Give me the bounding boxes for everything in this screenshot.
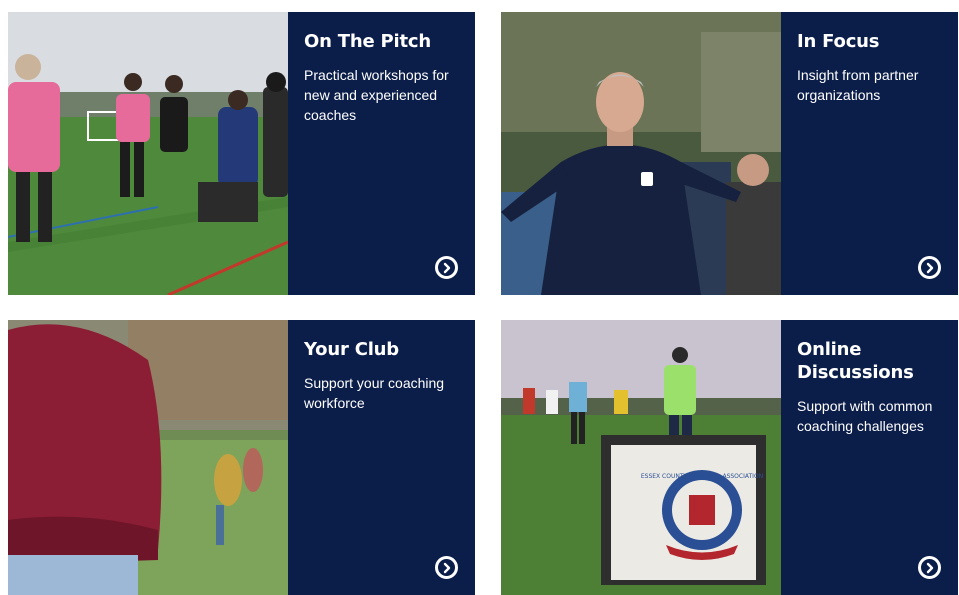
- chevron-right-circle-icon[interactable]: [918, 556, 941, 579]
- card-panel: Online Discussions Support with common c…: [781, 320, 958, 595]
- coaches-on-pitch-photo[interactable]: [8, 12, 288, 295]
- card-on-the-pitch[interactable]: On The Pitch Practical workshops for new…: [8, 12, 475, 295]
- chevron-right-circle-icon[interactable]: [435, 256, 458, 279]
- coach-speaking-photo[interactable]: [501, 12, 781, 295]
- card-title: In Focus: [797, 31, 880, 52]
- card-title: On The Pitch: [304, 31, 432, 52]
- chevron-right-circle-icon[interactable]: [435, 556, 458, 579]
- card-title: Online Discussions: [797, 339, 914, 383]
- card-panel: On The Pitch Practical workshops for new…: [288, 12, 475, 295]
- badge-text: ESSEX COUNTY FOOTBALL ASSOCIATION: [641, 473, 763, 480]
- card-description: Insight from partner organizations: [797, 67, 919, 103]
- chevron-right-circle-icon[interactable]: [918, 256, 941, 279]
- card-in-focus[interactable]: In Focus Insight from partner organizati…: [501, 12, 958, 295]
- card-online-discussions[interactable]: ESSEX COUNTY FOOTBALL ASSOCIATION Online…: [501, 320, 958, 595]
- card-description: Support with common coaching challenges: [797, 398, 933, 434]
- card-your-club[interactable]: Your Club Support your coaching workforc…: [8, 320, 475, 595]
- card-title: Your Club: [304, 339, 399, 360]
- club-players-photo[interactable]: [8, 320, 288, 595]
- card-description: Support your coaching workforce: [304, 375, 445, 411]
- card-panel: In Focus Insight from partner organizati…: [781, 12, 958, 295]
- training-session-photo[interactable]: ESSEX COUNTY FOOTBALL ASSOCIATION: [501, 320, 781, 595]
- card-description: Practical workshops for new and experien…: [304, 67, 449, 123]
- card-panel: Your Club Support your coaching workforc…: [288, 320, 475, 595]
